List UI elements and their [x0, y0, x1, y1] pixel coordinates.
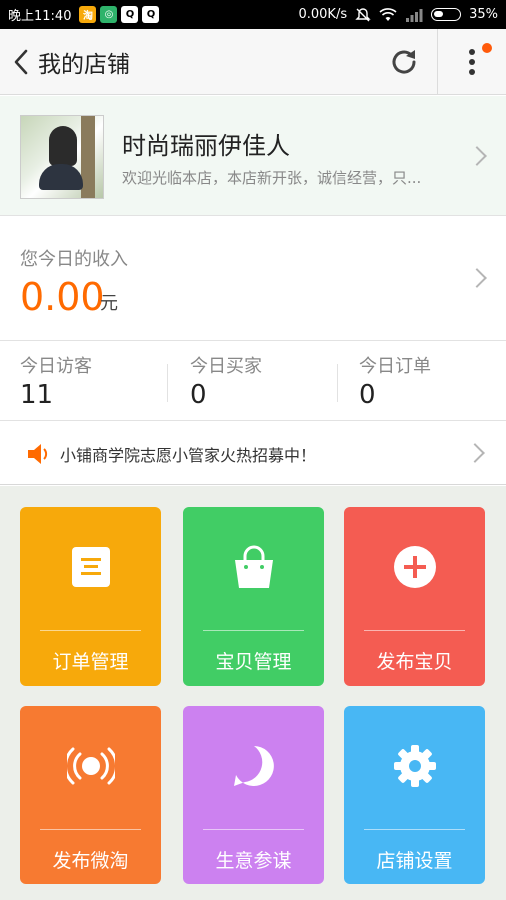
shop-settings-tile[interactable]: 店铺设置: [344, 706, 485, 884]
compass-icon: [233, 746, 274, 786]
tile-label: 发布微淘: [52, 850, 129, 872]
publish-weitao-tile[interactable]: 发布微淘: [20, 706, 161, 884]
notice-banner[interactable]: 小铺商学院志愿小管家火热招募中！: [0, 422, 506, 485]
stat-divider: [167, 364, 168, 402]
speaker-icon: [28, 444, 48, 464]
tile-label: 宝贝管理: [215, 651, 292, 673]
chevron-right-icon: [467, 146, 487, 166]
tile-label: 店铺设置: [376, 850, 453, 872]
wechat-app-icon: ◎: [100, 6, 118, 23]
broadcast-icon: [66, 747, 115, 785]
add-circle-icon: [393, 546, 436, 588]
stat-label: 今日买家: [190, 356, 262, 377]
stat-orders[interactable]: 今日订单 0: [359, 342, 499, 421]
stat-value: 0: [359, 380, 376, 410]
income-label: 您今日的收入: [20, 249, 128, 270]
refresh-icon: [392, 50, 416, 74]
refresh-button[interactable]: [384, 42, 424, 82]
more-vertical-icon: [469, 49, 475, 75]
notification-dot: [482, 43, 492, 53]
stat-label: 今日访客: [20, 356, 92, 377]
notice-text: 小铺商学院志愿小管家火热招募中！: [60, 446, 317, 465]
order-list-icon: [71, 547, 110, 587]
stat-label: 今日订单: [359, 356, 431, 377]
order-management-tile[interactable]: 订单管理: [20, 507, 161, 686]
network-speed: 0.00K/s: [298, 7, 348, 22]
wifi-icon: [379, 7, 397, 21]
stat-value: 11: [20, 380, 54, 410]
tile-label: 发布宝贝: [376, 651, 453, 673]
item-management-tile[interactable]: 宝贝管理: [183, 507, 324, 686]
stat-value: 0: [190, 380, 207, 410]
more-menu-button[interactable]: [438, 29, 506, 95]
taobao-app-icon: 淘: [79, 6, 97, 23]
title-bar: 我的店铺: [0, 29, 506, 95]
battery-icon: [431, 8, 462, 21]
back-button[interactable]: [4, 29, 38, 95]
mute-icon: [355, 7, 371, 21]
shopping-bag-icon: [234, 545, 273, 588]
income-unit: 元: [100, 293, 118, 314]
tile-label: 生意参谋: [215, 850, 292, 872]
stat-divider: [337, 364, 338, 402]
publish-item-tile[interactable]: 发布宝贝: [344, 507, 485, 686]
qq-app-icon-2: Q: [142, 6, 160, 23]
battery-percent: 35%: [469, 7, 498, 22]
page-title: 我的店铺: [38, 51, 130, 78]
shop-description: 欢迎光临本店，本店新开张，诚信经营，只...: [122, 169, 422, 187]
income-section[interactable]: 您今日的收入 0.00 元: [0, 217, 506, 341]
daily-stats: 今日访客 11 今日买家 0 今日订单 0: [0, 342, 506, 421]
signal-icon: [406, 8, 423, 22]
status-time: 晚上11:40: [8, 9, 72, 24]
gear-icon: [393, 745, 436, 787]
status-bar: 晚上11:40 淘 ◎ Q Q 0.00K/s 35%: [0, 0, 506, 29]
stat-buyers[interactable]: 今日买家 0: [190, 342, 330, 421]
business-advisor-tile[interactable]: 生意参谋: [183, 706, 324, 884]
shop-name: 时尚瑞丽伊佳人: [122, 132, 290, 160]
chevron-left-icon: [14, 49, 28, 74]
stat-visitors[interactable]: 今日访客 11: [20, 342, 160, 421]
function-grid: 订单管理 宝贝管理 发布宝贝 发布微淘 生意参谋 店铺设置: [0, 486, 506, 900]
qq-app-icon: Q: [121, 6, 139, 23]
shop-avatar: [20, 115, 104, 199]
chevron-right-icon: [467, 268, 487, 288]
chevron-right-icon: [465, 443, 485, 463]
tile-label: 订单管理: [52, 651, 129, 673]
income-value: 0.00: [20, 275, 105, 319]
